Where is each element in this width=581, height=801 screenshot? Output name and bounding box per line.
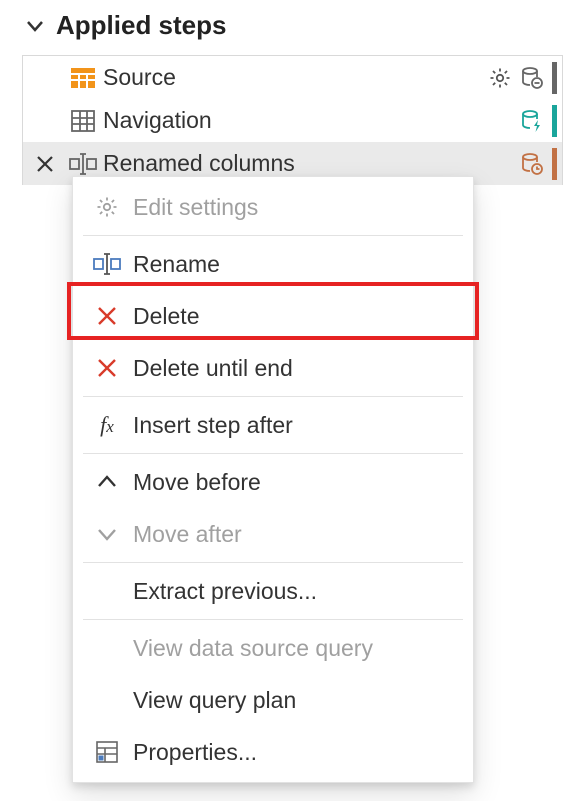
table-icon <box>69 107 97 135</box>
menu-separator <box>83 562 463 563</box>
menu-label: View data source query <box>127 635 373 662</box>
step-status-bar <box>552 62 557 94</box>
rename-columns-icon <box>69 150 97 178</box>
menu-extract-previous[interactable]: Extract previous... <box>73 565 473 617</box>
chevron-up-icon <box>87 473 127 491</box>
menu-label: Insert step after <box>127 412 293 439</box>
gear-icon <box>87 195 127 219</box>
menu-label: Move before <box>127 469 261 496</box>
menu-label: Rename <box>127 251 220 278</box>
menu-label: Edit settings <box>127 194 258 221</box>
step-status-bar <box>552 148 557 180</box>
applied-steps-header[interactable]: Applied steps <box>0 0 581 51</box>
properties-icon <box>87 740 127 764</box>
menu-label: Properties... <box>127 739 257 766</box>
menu-delete-until-end[interactable]: Delete until end <box>73 342 473 394</box>
menu-rename[interactable]: Rename <box>73 238 473 290</box>
step-context-menu: Edit settings Rename Delete Delete until… <box>72 176 474 783</box>
delete-x-icon <box>87 357 127 379</box>
step-label: Source <box>97 64 486 91</box>
menu-label: Delete <box>127 303 199 330</box>
menu-label: Move after <box>127 521 242 548</box>
chevron-down-icon <box>87 525 127 543</box>
menu-view-data-source-query: View data source query <box>73 622 473 674</box>
panel-title: Applied steps <box>56 10 226 41</box>
step-row-source[interactable]: Source <box>23 56 562 99</box>
menu-separator <box>83 453 463 454</box>
database-minus-icon <box>518 64 546 92</box>
menu-label: Extract previous... <box>127 578 317 605</box>
step-row-navigation[interactable]: Navigation <box>23 99 562 142</box>
menu-separator <box>83 235 463 236</box>
database-bolt-icon <box>518 107 546 135</box>
menu-insert-step-after[interactable]: fx Insert step after <box>73 399 473 451</box>
fx-icon: fx <box>87 412 127 438</box>
menu-properties[interactable]: Properties... <box>73 726 473 778</box>
step-label: Renamed columns <box>97 150 518 177</box>
menu-separator <box>83 619 463 620</box>
gear-icon[interactable] <box>486 64 514 92</box>
menu-move-before[interactable]: Move before <box>73 456 473 508</box>
source-table-icon <box>69 64 97 92</box>
applied-steps-list: Source Navigation <box>22 55 563 185</box>
menu-label: View query plan <box>127 687 296 714</box>
database-clock-icon <box>518 150 546 178</box>
menu-separator <box>83 396 463 397</box>
step-label: Navigation <box>97 107 518 134</box>
delete-x-icon <box>87 305 127 327</box>
menu-view-query-plan[interactable]: View query plan <box>73 674 473 726</box>
step-status-bar <box>552 105 557 137</box>
menu-delete[interactable]: Delete <box>73 290 473 342</box>
delete-step-x-icon[interactable] <box>23 154 67 174</box>
rename-icon <box>87 253 127 275</box>
menu-edit-settings: Edit settings <box>73 181 473 233</box>
menu-move-after: Move after <box>73 508 473 560</box>
chevron-down-icon <box>24 15 46 37</box>
menu-label: Delete until end <box>127 355 293 382</box>
